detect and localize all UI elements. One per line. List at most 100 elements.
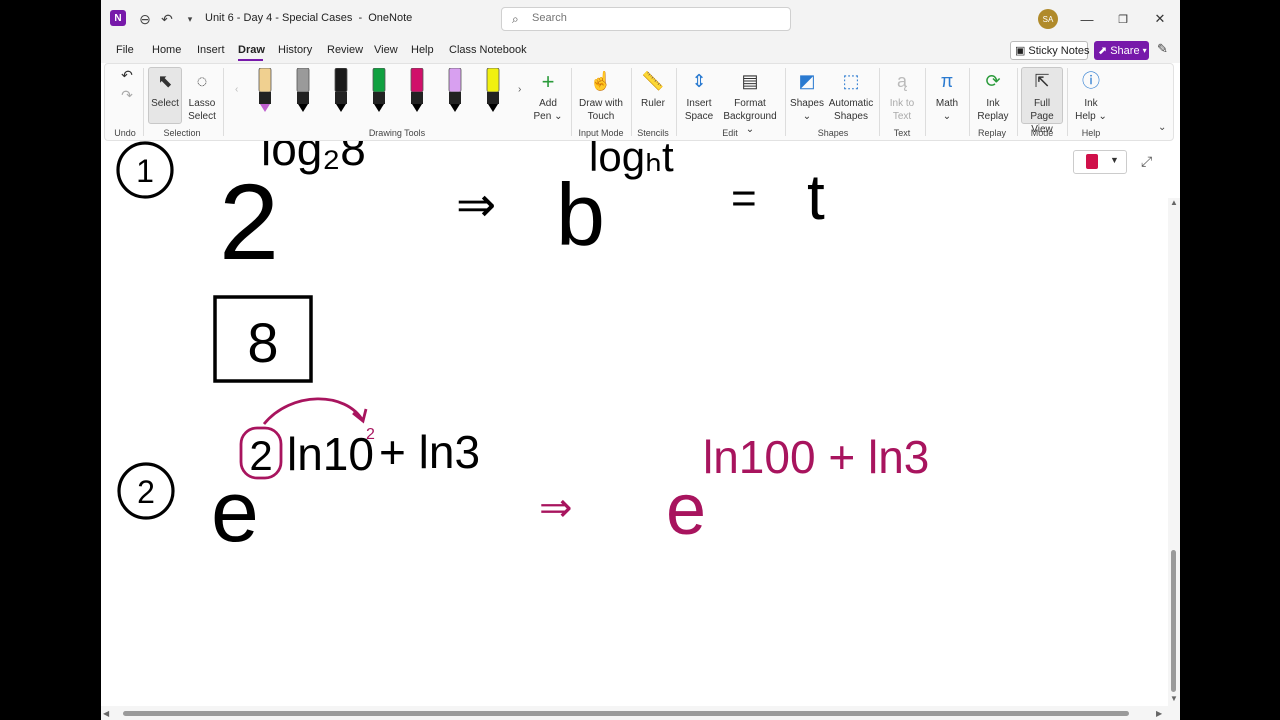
group-label-input-mode: Input Mode [578,128,624,138]
horizontal-scrollbar[interactable]: ◀ ▶ [101,706,1180,720]
divider [1067,68,1068,136]
divider [631,68,632,136]
expand-icon[interactable]: ⤢ [1141,153,1152,170]
search-box[interactable]: ⌕ [501,7,791,31]
pen-green-icon[interactable] [372,68,386,112]
math-label-line1: Math [935,98,959,109]
lasso-icon: ◌ [196,70,208,91]
insert-space-label-line2: Space [684,111,714,122]
insert-space-button[interactable]: ⇕ Insert Space [681,68,717,123]
highlighter-yellow-icon[interactable] [486,68,500,112]
ink-help-button[interactable]: ⓘ Ink Help ⌄ [1071,68,1111,123]
tab-history[interactable]: History [278,44,312,56]
group-label-help: Help [1081,128,1101,138]
cursor-arrow-icon: ⬉ [157,70,173,91]
back-icon[interactable]: ⊖ [135,9,155,29]
collapse-ribbon-icon[interactable]: ⌄ [1158,122,1166,133]
tab-insert[interactable]: Insert [197,44,225,56]
group-label-edit: Edit [722,128,738,138]
title-bar: N ⊖ ↶ ▾ Unit 6 - Day 4 - Special Cases -… [101,0,1180,38]
pen-tan-icon[interactable] [258,68,272,112]
problem-1-arrow: ⇒ [456,179,496,232]
ink-text-label-line1: Ink to [889,98,915,109]
automatic-shapes-button[interactable]: ⬚ Automatic Shapes [826,68,876,123]
ink-replay-icon: ⟳ [985,70,1001,91]
pen-gray-icon[interactable] [296,68,310,112]
tab-home[interactable]: Home [152,44,181,56]
scroll-left-icon[interactable]: ◀ [103,709,109,718]
pens-scroll-right-icon[interactable]: › [518,84,521,95]
insert-space-icon: ⇕ [691,70,707,91]
full-page-view-icon: ⇱ [1034,70,1050,91]
avatar[interactable]: SA [1038,9,1058,29]
scroll-right-icon[interactable]: ▶ [1156,709,1162,718]
chevron-down-icon: ▼ [1110,155,1119,165]
quick-access-dropdown-icon[interactable]: ▾ [180,9,200,29]
divider [925,68,926,136]
math-label-line2: ⌄ [942,111,952,122]
full-page-view-button[interactable]: ⇱ Full Page View [1021,68,1063,136]
touch-hand-icon: ☝ [589,70,613,91]
format-background-button[interactable]: ▤ Format Background ⌄ [719,68,781,136]
pen-palette[interactable] [255,68,525,118]
shapes-label-line2: ⌄ [802,111,812,122]
ink-to-text-icon: ą [896,70,907,91]
help-question-icon: ⓘ [1082,70,1100,91]
share-button[interactable]: ⬈ Share ▾ [1094,41,1149,60]
pens-scroll-left-icon[interactable]: ‹ [235,84,238,95]
lasso-select-button[interactable]: ◌ Lasso Select [185,68,219,123]
select-button[interactable]: ⬉ Select [148,68,182,110]
divider [785,68,786,136]
group-label-stencils: Stencils [637,128,669,138]
redo-button[interactable]: ↷ [117,86,137,104]
tab-draw[interactable]: Draw [238,44,265,56]
problem-2-result-exponent: ln100 + ln3 [703,431,929,483]
close-icon[interactable]: ✕ [1149,8,1171,30]
ink-to-text-button[interactable]: ą Ink to Text [884,68,920,123]
scroll-up-icon[interactable]: ▲ [1170,198,1178,207]
undo-icon: ↶ [121,66,133,83]
feedback-icon[interactable]: ✎ [1157,41,1168,57]
lasso-label-line1: Lasso [188,98,216,109]
draw-touch-label-line2: Touch [587,111,615,122]
shapes-button[interactable]: ◩ Shapes ⌄ [789,68,825,123]
search-input[interactable] [532,12,772,24]
ink-replay-button[interactable]: ⟳ Ink Replay [973,68,1013,123]
problem-1-number: 1 [136,153,154,189]
notebook-icon [1086,154,1098,169]
tab-view[interactable]: View [374,44,398,56]
add-pen-button[interactable]: + Add Pen ⌄ [530,68,566,123]
tab-class-notebook[interactable]: Class Notebook [449,44,527,56]
squared-superscript: 2 [366,426,375,443]
add-pen-label-line2: Pen ⌄ [533,111,563,122]
draw-with-touch-button[interactable]: ☝ Draw with Touch [575,68,627,123]
scroll-down-icon[interactable]: ▼ [1170,694,1178,703]
vertical-scrollbar[interactable]: ▲ ▼ [1168,198,1180,706]
undo-button[interactable]: ↶ [117,66,137,84]
minimize-icon[interactable]: — [1076,8,1098,30]
sticky-notes-label: Sticky Notes [1028,44,1090,57]
pen-black-icon[interactable] [334,68,348,112]
problem-2-ln10: ln10 [287,428,374,480]
ink-text-label-line2: Text [892,111,912,122]
pen-magenta-icon[interactable] [410,68,424,112]
sticky-notes-icon: ▣ [1015,45,1026,57]
tab-review[interactable]: Review [327,44,363,56]
tab-help[interactable]: Help [411,44,434,56]
restore-icon[interactable]: ❐ [1112,8,1134,30]
notebook-picker-button[interactable]: ▼ [1073,150,1127,174]
page-canvas[interactable]: 1 2 log₂8 ⇒ b logₕt = t 8 2 e 2 ln10 2 +… [101,141,1168,706]
highlighter-lavender-icon[interactable] [448,68,462,112]
vertical-scroll-thumb[interactable] [1171,550,1176,692]
tab-file[interactable]: File [116,44,134,56]
ruler-button[interactable]: 📏 Ruler [635,68,671,110]
math-button[interactable]: π Math ⌄ [929,68,965,123]
ruler-icon: 📏 [641,70,665,91]
shapes-label-line1: Shapes [790,98,824,109]
ribbon: ↶ ↷ Undo ⬉ Select ◌ Lasso Select Selecti… [104,63,1174,141]
group-label-text: Text [893,128,911,138]
horizontal-scroll-thumb[interactable] [123,711,1129,716]
undo-icon[interactable]: ↶ [157,9,177,29]
divider [676,68,677,136]
sticky-notes-button[interactable]: ▣ Sticky Notes [1010,41,1090,60]
